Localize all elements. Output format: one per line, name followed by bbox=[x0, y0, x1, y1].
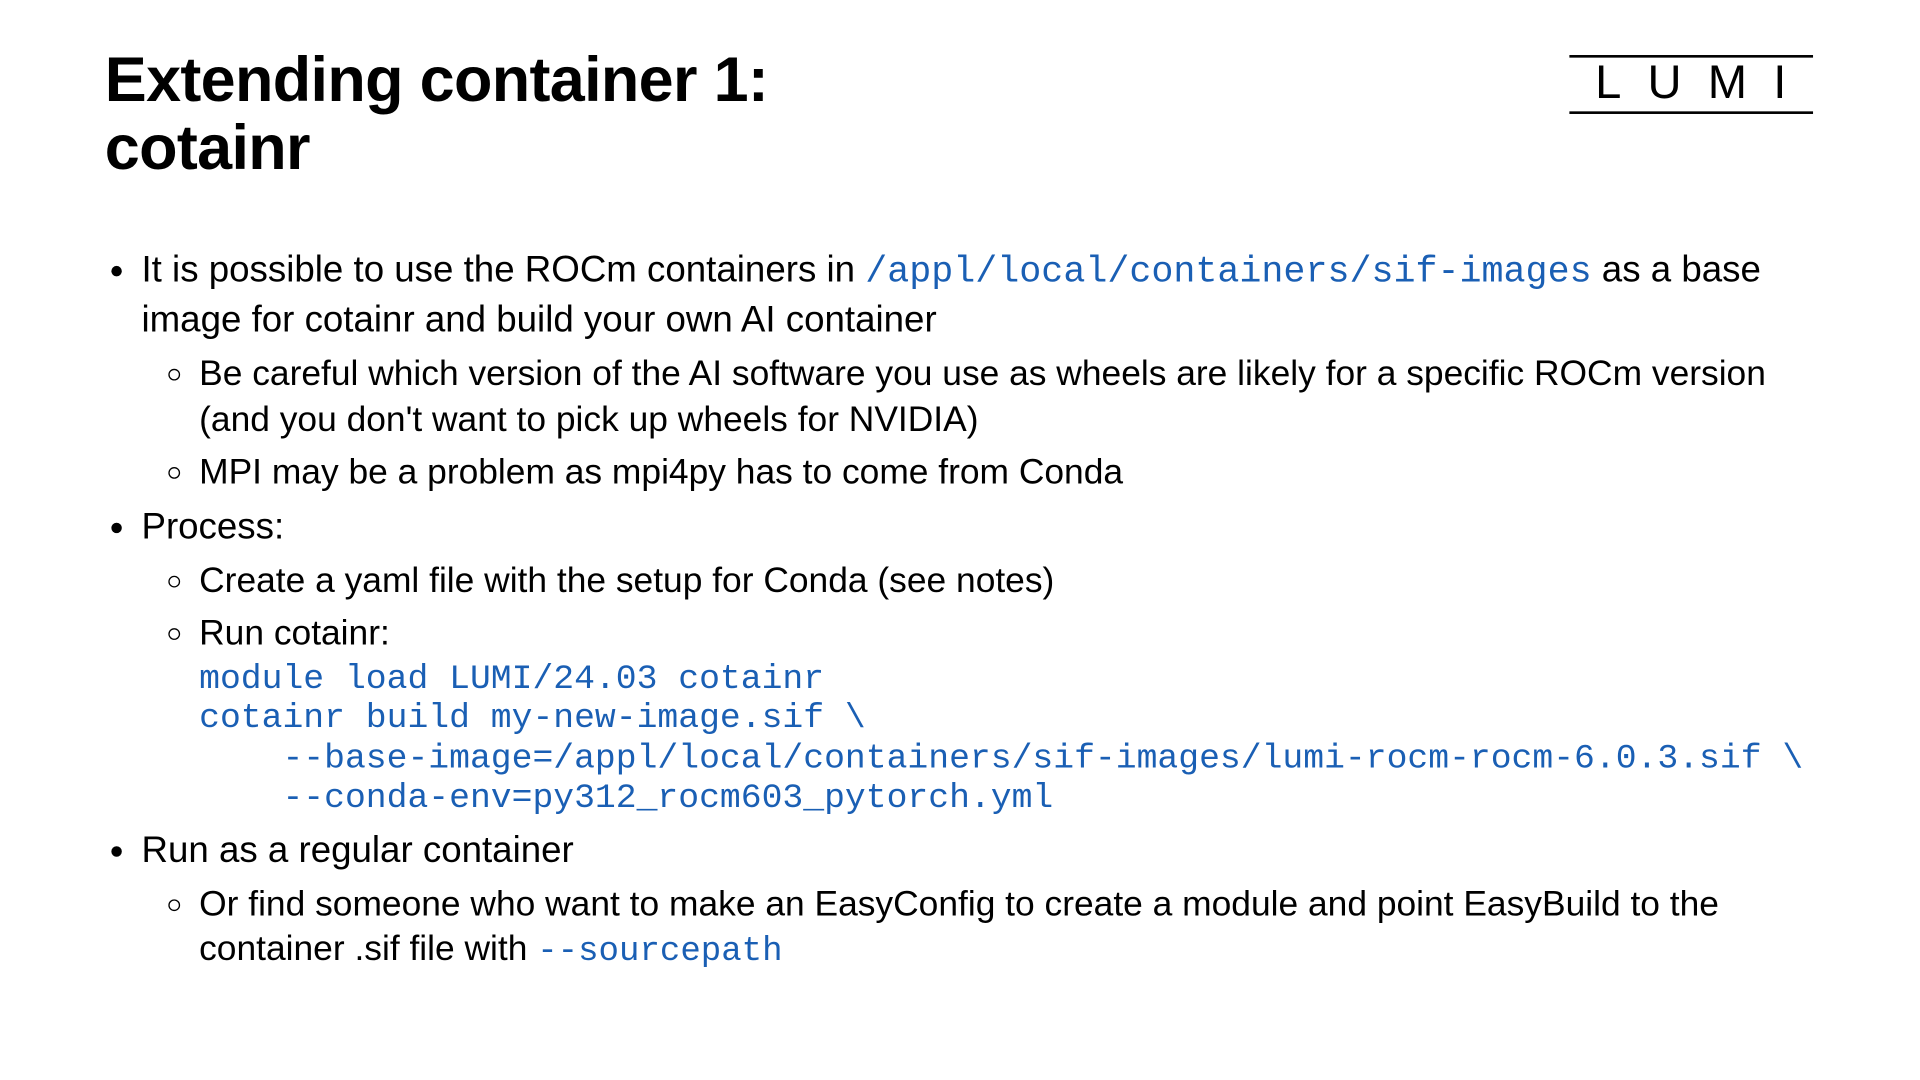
code-block-cotainr: module load LUMI/24.03 cotainr cotainr b… bbox=[199, 659, 1815, 819]
sub-bullet-item: Create a yaml file with the setup for Co… bbox=[199, 558, 1815, 603]
bullet-list: It is possible to use the ROCm container… bbox=[105, 246, 1815, 974]
slide-body: Extending container 1: cotainr LUMI It i… bbox=[0, 0, 1920, 1080]
slide-title: Extending container 1: cotainr bbox=[105, 47, 970, 183]
bullet-item-3: Run as a regular container Or find someo… bbox=[141, 826, 1815, 974]
bullet-text: Run cotainr: bbox=[199, 614, 390, 653]
lumi-logo: LUMI bbox=[1569, 55, 1813, 114]
title-line-2: cotainr bbox=[105, 114, 310, 183]
bullet-text: Run as a regular container bbox=[141, 829, 573, 870]
sub-bullet-list: Be careful which version of the AI softw… bbox=[141, 351, 1815, 495]
sub-bullet-item: Run cotainr: module load LUMI/24.03 cota… bbox=[199, 611, 1815, 819]
sub-bullet-item: Be careful which version of the AI softw… bbox=[199, 351, 1815, 442]
sub-bullet-list: Create a yaml file with the setup for Co… bbox=[141, 558, 1815, 819]
sub-bullet-item: Or find someone who want to make an Easy… bbox=[199, 881, 1815, 974]
bullet-text: It is possible to use the ROCm container… bbox=[141, 248, 865, 289]
sub-bullet-list: Or find someone who want to make an Easy… bbox=[141, 881, 1815, 974]
bullet-item-2: Process: Create a yaml file with the set… bbox=[141, 503, 1815, 818]
code-inline-sourcepath: --sourcepath bbox=[537, 932, 782, 971]
bullet-text: Process: bbox=[141, 506, 284, 547]
bullet-item-1: It is possible to use the ROCm container… bbox=[141, 246, 1815, 495]
bullet-text: Or find someone who want to make an Easy… bbox=[199, 884, 1719, 969]
sub-bullet-item: MPI may be a problem as mpi4py has to co… bbox=[199, 450, 1815, 495]
code-inline-path: /appl/local/containers/sif-images bbox=[865, 252, 1591, 293]
title-line-1: Extending container 1: bbox=[105, 46, 768, 115]
